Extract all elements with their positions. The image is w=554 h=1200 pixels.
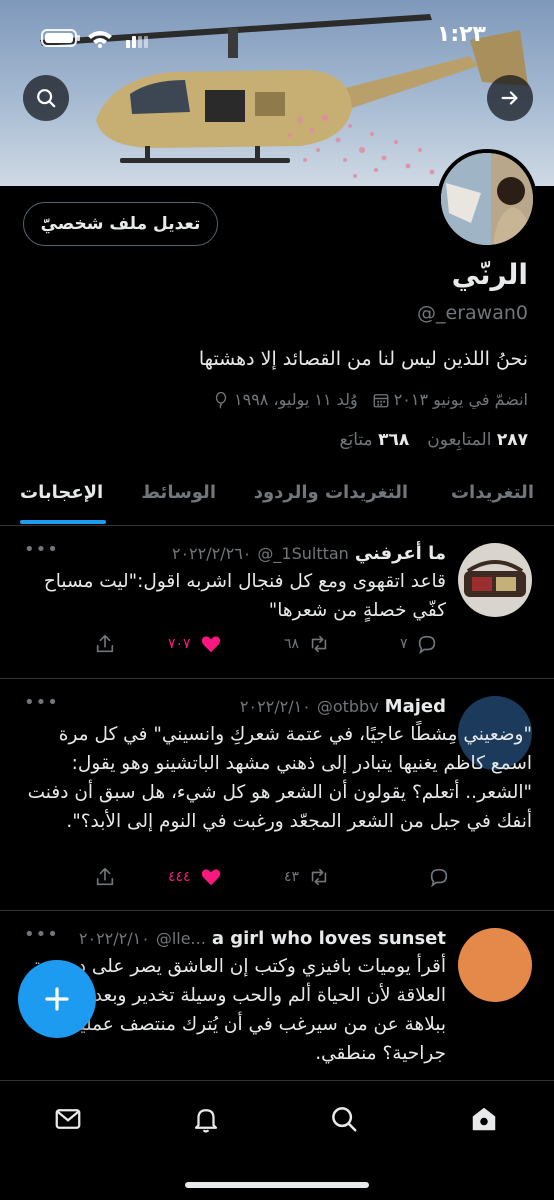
more-options-icon[interactable]: ••• xyxy=(24,539,59,560)
profile-avatar[interactable] xyxy=(437,149,537,249)
home-indicator xyxy=(185,1182,369,1188)
battery-icon xyxy=(41,29,80,47)
joined-item: انضمّ في يونيو ٢٠١٣ xyxy=(372,390,528,409)
tweet-author-name[interactable]: a girl who loves sunset xyxy=(212,928,446,949)
reply-icon xyxy=(418,635,435,655)
retweet-button[interactable]: ٦٨ xyxy=(284,633,331,655)
arrow-right-icon xyxy=(501,91,518,105)
heart-icon xyxy=(201,869,220,886)
retweet-count: ٦٨ xyxy=(284,636,300,652)
following-count: ٣٦٨ xyxy=(378,430,410,450)
balloon-icon xyxy=(215,391,227,409)
tweet-text: قاعد اتقهوى ومع كل فنجال اشربه اقول:"ليت… xyxy=(43,571,446,621)
followers-link[interactable]: ٢٨٧ المتابِعون xyxy=(427,430,528,450)
share-icon xyxy=(96,634,114,653)
tweet-avatar[interactable] xyxy=(458,543,532,617)
tweet-handle: @_1Sulttan xyxy=(257,543,349,563)
following-link[interactable]: ٣٦٨ متابَع xyxy=(339,430,409,450)
joined-text: انضمّ في يونيو ٢٠١٣ xyxy=(393,390,528,409)
edit-profile-button[interactable]: تعديل ملف شخصيّ xyxy=(23,202,218,246)
tweet-item[interactable]: ما أعرفني @_1Sulttan ٢٠٢٢/٢/٢٦٠ ••• قاعد… xyxy=(0,527,554,679)
heart-icon xyxy=(201,636,220,653)
status-time: ١:٢٣ xyxy=(436,22,486,47)
avatar-image xyxy=(441,153,533,245)
reply-button[interactable] xyxy=(420,866,450,888)
followers-label: المتابِعون xyxy=(427,430,492,450)
reply-button[interactable]: ٧ xyxy=(400,633,438,655)
tab-tweets[interactable]: التغريدات xyxy=(451,482,534,503)
wifi-icon xyxy=(88,31,112,48)
tweet-actions: ٤٣ ٤٤٤ xyxy=(0,866,554,892)
search-icon xyxy=(332,1107,357,1132)
nav-messages[interactable] xyxy=(48,1099,88,1139)
birthday-text: وُلِد ١١ يوليو، ١٩٩٨ xyxy=(234,390,358,409)
display-name: الرنّي xyxy=(451,258,528,291)
banner-search-button[interactable] xyxy=(23,75,69,121)
retweet-count: ٤٣ xyxy=(284,869,300,885)
nav-home[interactable] xyxy=(464,1099,504,1139)
reply-count: ٧ xyxy=(400,636,408,652)
like-button[interactable]: ٤٤٤ xyxy=(168,866,223,888)
reply-icon xyxy=(430,868,448,888)
tweet-handle: @otbbv xyxy=(316,696,379,716)
more-options-icon[interactable]: ••• xyxy=(24,924,59,945)
more-options-icon[interactable]: ••• xyxy=(24,692,59,713)
tweet-actions: ٧ ٦٨ ٧٠٧ xyxy=(0,633,554,659)
tab-tweets-replies[interactable]: التغريدات والردود xyxy=(254,482,408,503)
tab-media[interactable]: الوسائط xyxy=(141,482,216,503)
active-tab-indicator xyxy=(20,520,106,524)
nav-notifications[interactable] xyxy=(186,1099,226,1139)
home-icon xyxy=(472,1107,496,1131)
mail-icon xyxy=(55,1109,81,1129)
like-count: ٤٤٤ xyxy=(168,869,191,885)
tweet-item[interactable]: Majed @otbbv ٢٠٢٢/٢/١٠ ••• "وضعيني مِشطً… xyxy=(0,680,554,911)
tweet-handle: @lle... xyxy=(155,928,206,948)
profile-meta: وُلِد ١١ يوليو، ١٩٩٨ انضمّ في يونيو ٢٠١٣ xyxy=(212,390,528,409)
share-button[interactable] xyxy=(94,633,116,655)
like-count: ٧٠٧ xyxy=(168,636,191,652)
status-bar: ١:٢٣ xyxy=(0,0,554,70)
like-button[interactable]: ٧٠٧ xyxy=(168,633,223,655)
birthday-item: وُلِد ١١ يوليو، ١٩٩٨ xyxy=(212,390,358,409)
retweet-button[interactable]: ٤٣ xyxy=(284,866,331,888)
signal-icon xyxy=(126,36,148,48)
retweet-icon xyxy=(311,635,327,653)
followers-count: ٢٨٧ xyxy=(496,430,528,450)
tweet-author-name[interactable]: Majed xyxy=(385,696,446,717)
share-icon xyxy=(96,867,114,886)
tweet-avatar[interactable] xyxy=(458,928,532,1002)
following-label: متابَع xyxy=(339,430,373,450)
bell-icon xyxy=(194,1109,218,1133)
tweet-header: a girl who loves sunset @lle... ٢٠٢٢/٢/١… xyxy=(22,924,446,952)
tweet-header: Majed @otbbv ٢٠٢٢/٢/١٠ xyxy=(22,692,446,720)
tweet-header: ما أعرفني @_1Sulttan ٢٠٢٢/٢/٢٦٠ xyxy=(22,539,446,567)
tweet-date: ٢٠٢٢/٢/١٠ xyxy=(78,928,150,948)
profile-tabs: التغريدات التغريدات والردود الوسائط الإع… xyxy=(0,468,554,526)
tweet-date: ٢٠٢٢/٢/١٠ xyxy=(239,696,311,716)
user-handle: @_erawan0 xyxy=(417,302,528,324)
plus-icon xyxy=(45,987,69,1011)
calendar-icon xyxy=(373,393,389,407)
tab-likes[interactable]: الإعجابات xyxy=(20,482,103,503)
share-button[interactable] xyxy=(94,866,116,888)
follow-stats: ٣٦٨ متابَع ٢٨٧ المتابِعون xyxy=(339,430,528,450)
search-icon xyxy=(37,89,56,108)
tweet-text: "وضعيني مِشطًا عاجيًا، في عتمة شعركِ وان… xyxy=(27,724,532,832)
tweet-author-name[interactable]: ما أعرفني xyxy=(355,543,446,564)
retweet-icon xyxy=(311,868,327,886)
nav-search[interactable] xyxy=(324,1099,364,1139)
back-button[interactable] xyxy=(487,75,533,121)
tweet-date: ٢٠٢٢/٢/٢٦٠ xyxy=(171,543,252,563)
status-icons xyxy=(41,29,148,48)
compose-tweet-button[interactable] xyxy=(18,960,96,1038)
profile-bio: نحنُ اللذين ليس لنا من القصائد إلا دهشته… xyxy=(198,348,528,370)
